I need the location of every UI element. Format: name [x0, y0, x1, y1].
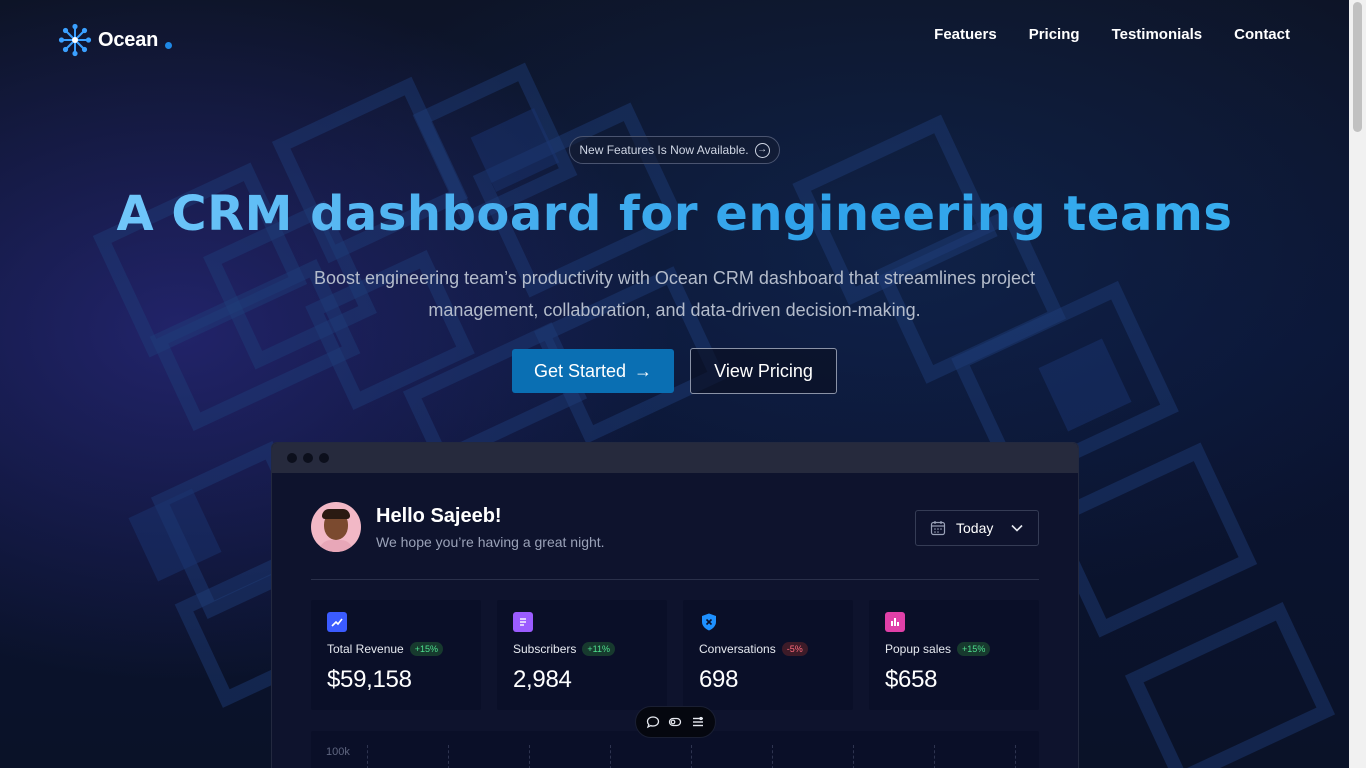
chart-gridline	[367, 745, 368, 768]
nav-links: Featuers Pricing Testimonials Contact	[934, 26, 1290, 43]
nav-link-pricing[interactable]: Pricing	[1029, 26, 1080, 43]
chart-gridline	[691, 745, 692, 768]
arrow-right-circle-icon: →	[754, 142, 770, 158]
stat-change-badge: +15%	[409, 642, 443, 656]
get-started-button[interactable]: Get Started →	[512, 349, 674, 393]
stat-label: Conversations	[699, 642, 776, 656]
date-filter-dropdown[interactable]: Today	[915, 510, 1039, 546]
chart-gridline	[448, 745, 449, 768]
bar-chart-icon	[885, 612, 905, 632]
stat-value: $658	[885, 666, 938, 693]
view-pricing-label: View Pricing	[714, 360, 813, 381]
greeting-subtitle: We hope you’re having a great night.	[376, 533, 605, 550]
stat-value: $59,158	[327, 666, 412, 693]
logo[interactable]: Ocean	[58, 23, 173, 57]
stat-card-conversations[interactable]: Conversations -5% 698	[683, 600, 853, 710]
stat-change-badge: +11%	[582, 642, 615, 656]
chart-line-icon	[327, 612, 347, 632]
stat-label: Subscribers	[513, 642, 577, 656]
nav-link-testimonials[interactable]: Testimonials	[1112, 26, 1203, 43]
window-titlebar	[272, 443, 1078, 473]
floating-toolbar	[635, 706, 716, 738]
stat-label: Popup sales	[885, 642, 952, 656]
view-pricing-button[interactable]: View Pricing	[690, 348, 837, 394]
new-features-badge[interactable]: New Features Is Now Available. →	[569, 136, 780, 164]
arrow-right-icon: →	[634, 360, 653, 381]
chart-gridline	[772, 745, 773, 768]
scrollbar-thumb[interactable]	[1353, 2, 1362, 132]
stat-label: Total Revenue	[327, 642, 404, 656]
hero-headline: A CRM dashboard for engineering teams	[0, 186, 1349, 242]
chart-gridline	[610, 745, 611, 768]
window-dot-icon	[319, 453, 329, 463]
chart-gridline	[1015, 745, 1016, 768]
avatar[interactable]	[311, 502, 361, 552]
calendar-icon	[930, 521, 946, 536]
divider	[311, 579, 1039, 580]
chart-gridline	[934, 745, 935, 768]
get-started-label: Get Started	[533, 360, 627, 381]
badge-text: New Features Is Now Available.	[579, 143, 749, 157]
nav-link-contact[interactable]: Contact	[1234, 26, 1290, 43]
greeting-title: Hello Sajeeb!	[376, 504, 502, 527]
ocean-logo-icon	[58, 23, 92, 57]
window-dot-icon	[287, 453, 297, 463]
chart-gridline	[853, 745, 854, 768]
stat-value: 698	[699, 666, 739, 693]
stats-row: Total Revenue +15% $59,158 Subscribers +…	[311, 600, 1039, 710]
top-navigation: Ocean Featuers Pricing Testimonials Cont…	[0, 0, 1349, 80]
document-icon	[513, 612, 533, 632]
date-filter-value: Today	[956, 520, 994, 536]
stat-value: 2,984	[513, 666, 572, 693]
hero-subtext: Boost engineering team’s productivity wi…	[313, 268, 1036, 320]
greeting: Hello Sajeeb! We hope you’re having a gr…	[311, 502, 605, 552]
stat-card-total-revenue[interactable]: Total Revenue +15% $59,158	[311, 600, 481, 710]
window-dot-icon	[303, 453, 313, 463]
shield-icon	[699, 612, 719, 632]
menu-settings-icon[interactable]	[689, 713, 707, 731]
page-scrollbar[interactable]	[1349, 0, 1366, 768]
stat-card-subscribers[interactable]: Subscribers +11% 2,984	[497, 600, 667, 710]
comment-icon[interactable]	[644, 713, 662, 731]
logo-dot	[165, 41, 173, 49]
logo-text: Ocean	[98, 28, 159, 51]
nav-link-features[interactable]: Featuers	[934, 26, 997, 43]
stat-change-badge: -5%	[781, 642, 808, 656]
chart-gridline	[529, 745, 530, 768]
stat-card-popup-sales[interactable]: Popup sales +15% $658	[869, 600, 1039, 710]
stat-change-badge: +15%	[957, 642, 991, 656]
chevron-down-icon	[1011, 524, 1023, 532]
toggle-icon[interactable]	[666, 713, 684, 731]
chart-y-tick-label: 100k	[326, 746, 350, 758]
